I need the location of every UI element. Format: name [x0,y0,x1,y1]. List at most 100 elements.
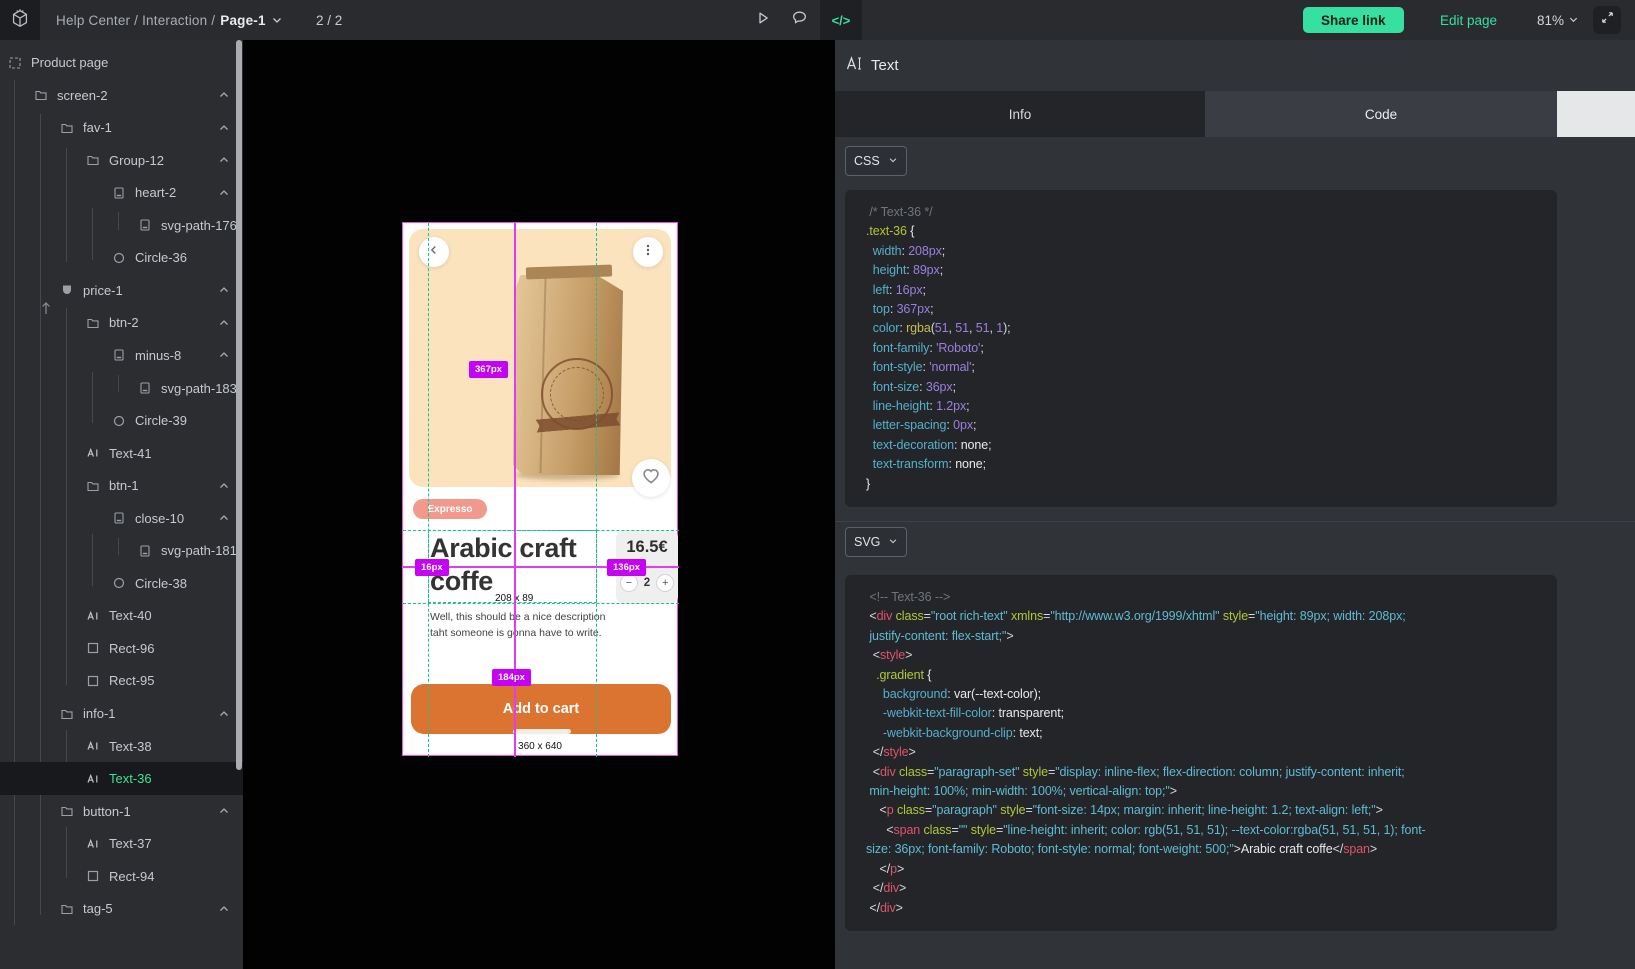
chevron-up-icon[interactable] [218,317,230,329]
chevron-down-icon [888,535,898,549]
layer-label: screen-2 [57,88,108,103]
selected-element-header: Text [835,40,1635,91]
layer-row-rect-94[interactable]: Rect-94 [0,860,243,893]
chevron-up-icon[interactable] [218,154,230,166]
layer-row-close-10[interactable]: close-10 [0,502,243,535]
layer-row-heart-2[interactable]: heart-2 [0,176,243,209]
layer-row-circle-39[interactable]: Circle-39 [0,404,243,437]
fullscreen-button[interactable] [1593,6,1621,34]
layer-row-rect-95[interactable]: Rect-95 [0,664,243,697]
layer-row-tag-5[interactable]: tag-5 [0,892,243,925]
more-menu-button[interactable] [633,237,663,267]
screen-dimensions-label: 360 x 640 [403,741,677,752]
layer-row-text-38[interactable]: Text-38 [0,730,243,763]
layer-row-svg-path-183[interactable]: svg-path-183 [0,372,243,405]
layer-label: Text-37 [109,836,152,851]
layer-row-circle-38[interactable]: Circle-38 [0,567,243,600]
layer-row-svg-path-176[interactable]: svg-path-176 [0,209,243,242]
layer-row-svg-path-181[interactable]: svg-path-181 [0,534,243,567]
speech-bubble-icon [791,9,808,31]
layer-label: Circle-38 [135,576,187,591]
panel-tabs: Info Code [835,91,1635,137]
expand-icon [1600,10,1615,30]
folder-icon [60,121,74,135]
layer-row-circle-36[interactable]: Circle-36 [0,241,243,274]
layer-row-text-40[interactable]: Text-40 [0,599,243,632]
layer-row-screen-2[interactable]: screen-2 [0,79,243,112]
layer-row-rect-96[interactable]: Rect-96 [0,632,243,665]
measure-badge-left: 16px [415,559,449,576]
price-value: 16.5€ [616,538,678,557]
chevron-up-icon[interactable] [218,89,230,101]
layer-row-info-1[interactable]: info-1 [0,697,243,730]
product-description: Well, this should be a nice description … [430,610,610,641]
layer-row-btn-1[interactable]: btn-1 [0,469,243,502]
svg-language-select[interactable]: SVG [845,527,907,557]
tab-code[interactable]: Code [1205,91,1557,137]
layer-label: Circle-36 [135,250,187,265]
panel-scroll-gutter[interactable] [1557,91,1635,137]
edit-page-link[interactable]: Edit page [1440,0,1497,40]
layer-row-minus-8[interactable]: minus-8 [0,339,243,372]
layer-row-btn-2[interactable]: btn-2 [0,306,243,339]
sidebar-scrollbar[interactable] [236,40,242,770]
back-button[interactable] [419,237,449,267]
chevron-up-icon[interactable] [218,903,230,915]
chevron-up-icon[interactable] [218,480,230,492]
heart-icon [641,466,661,491]
measure-badge-top: 367px [469,361,508,378]
css-language-select[interactable]: CSS [845,146,907,176]
layer-row-price-1[interactable]: price-1 [0,274,243,307]
css-select-value: CSS [854,154,880,168]
chevron-up-icon[interactable] [218,187,230,199]
layer-row-text-37[interactable]: Text-37 [0,827,243,860]
app-logo[interactable] [0,0,40,40]
svgfile-icon [138,381,152,395]
play-button[interactable] [750,0,776,40]
tab-info[interactable]: Info [835,91,1205,137]
quantity-value: 2 [644,577,650,589]
chevron-up-icon[interactable] [218,708,230,720]
layer-label: Circle-39 [135,413,187,428]
breadcrumb-path: Help Center / Interaction / [56,13,215,28]
chevron-up-icon[interactable] [218,805,230,817]
quantity-stepper: − 2 + [616,574,678,592]
chevron-up-icon[interactable] [218,512,230,524]
guide-vertical-left [428,223,429,757]
layer-row-text-36[interactable]: Text-36 [0,762,243,795]
svg-code-block: <!-- Text-36 --> <div class="root rich-t… [845,575,1557,931]
svgfile-icon [112,186,126,200]
chevron-down-icon[interactable] [271,14,283,26]
home-indicator [513,729,571,734]
increment-button[interactable]: + [656,574,674,592]
decrement-button[interactable]: − [620,574,638,592]
measure-badge-bottom: 184px [492,669,531,686]
breadcrumb[interactable]: Help Center / Interaction / Page-1 [56,0,283,40]
chevron-up-icon[interactable] [218,122,230,134]
canvas[interactable]: Expresso Arabic craft coffe 208 x 89 16.… [243,40,835,969]
layer-row-fav-1[interactable]: fav-1 [0,111,243,144]
comment-button[interactable] [786,0,812,40]
product-tag[interactable]: Expresso [413,499,487,519]
svgfile-icon [112,348,126,362]
share-link-button[interactable]: Share link [1303,7,1404,33]
layer-label: tag-5 [83,901,113,916]
favorite-button[interactable] [632,459,670,497]
layer-row-text-41[interactable]: Text-41 [0,437,243,470]
layer-label: Text-40 [109,608,152,623]
layer-row-group-12[interactable]: Group-12 [0,144,243,177]
add-to-cart-button[interactable]: Add to cart [411,684,671,734]
text-icon [86,772,100,786]
code-view-toggle[interactable]: </> [820,0,862,40]
layer-label: price-1 [83,283,123,298]
circle-icon [112,251,126,265]
zoom-level-value: 81% [1537,13,1564,28]
zoom-level-control[interactable]: 81% [1537,0,1579,40]
layer-label: Rect-96 [109,641,155,656]
layer-row-button-1[interactable]: button-1 [0,795,243,828]
chevron-up-icon[interactable] [218,284,230,296]
play-icon [755,10,771,31]
chevron-left-icon [427,243,441,262]
chevron-up-icon[interactable] [218,349,230,361]
layer-row-product page[interactable]: Product page [0,46,243,79]
